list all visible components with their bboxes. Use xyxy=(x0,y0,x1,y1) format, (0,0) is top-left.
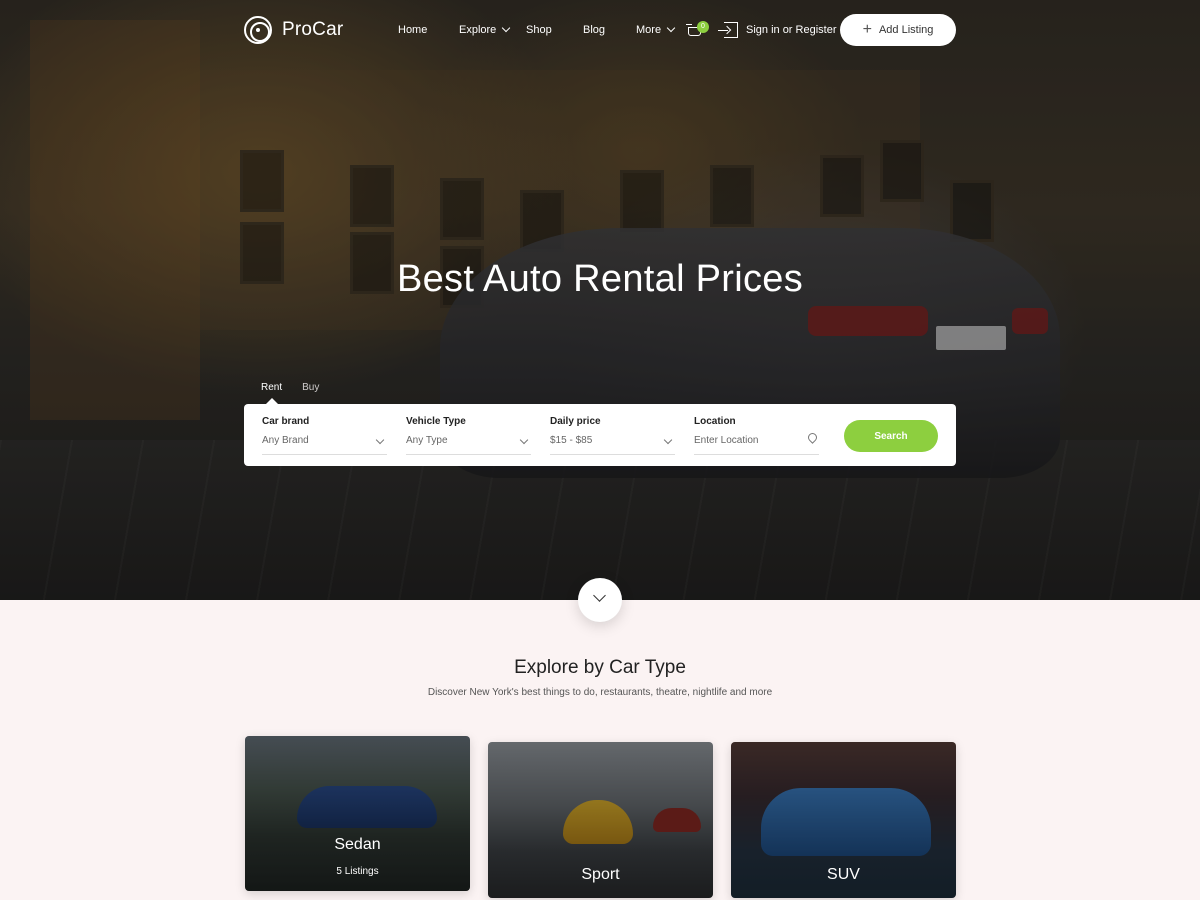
sign-in-icon xyxy=(718,22,738,38)
chevron-down-icon xyxy=(502,23,511,33)
search-button[interactable]: Search xyxy=(844,420,938,452)
location-pin-icon xyxy=(806,431,819,444)
sign-in-label: Sign in or Register xyxy=(746,24,837,36)
brand-name: ProCar xyxy=(282,19,344,40)
chevron-down-icon xyxy=(666,23,676,33)
daily-price-select[interactable]: Daily price $15 - $85 xyxy=(550,416,675,455)
nav-item-shop[interactable]: Shop xyxy=(526,24,552,36)
sign-in-link[interactable]: Sign in or Register xyxy=(718,22,837,38)
car-brand-value[interactable]: Any Brand xyxy=(262,435,387,455)
nav-item-blog[interactable]: Blog xyxy=(583,24,605,36)
search-form: Car brand Any Brand Vehicle Type Any Typ… xyxy=(244,404,956,466)
add-listing-button[interactable]: + Add Listing xyxy=(840,14,956,46)
add-listing-label: Add Listing xyxy=(878,24,934,36)
chevron-down-icon xyxy=(663,435,673,445)
chevron-down-icon xyxy=(593,589,606,602)
hero-title: Best Auto Rental Prices xyxy=(396,258,804,300)
tab-buy[interactable]: Buy xyxy=(302,382,319,393)
nav-item-home[interactable]: Home xyxy=(398,24,427,36)
location-field[interactable]: Location Enter Location xyxy=(694,416,819,455)
car-brand-selected: Any Brand xyxy=(262,435,309,446)
car-brand-label: Car brand xyxy=(262,416,310,427)
car-type-card-suv[interactable]: SUV xyxy=(731,742,956,898)
brand-logo[interactable]: ProCar xyxy=(244,16,343,44)
nav-item-more[interactable]: More xyxy=(636,23,676,36)
location-label: Location xyxy=(694,416,736,427)
car-type-card-sedan[interactable]: Sedan 5 Listings xyxy=(245,736,470,891)
steering-wheel-icon xyxy=(244,16,272,44)
vehicle-type-selected: Any Type xyxy=(406,435,448,446)
card-name-sedan: Sedan xyxy=(334,836,381,853)
car-brand-select[interactable]: Car brand Any Brand xyxy=(262,416,387,455)
vehicle-type-label: Vehicle Type xyxy=(406,416,466,427)
nav-item-explore[interactable]: Explore xyxy=(459,23,511,36)
top-navigation: ProCar Home Explore Shop Blog More 0 Sig… xyxy=(0,0,1200,62)
vehicle-type-value[interactable]: Any Type xyxy=(406,435,531,455)
tab-rent[interactable]: Rent xyxy=(261,382,282,393)
location-input[interactable]: Enter Location xyxy=(694,431,819,455)
daily-price-selected: $15 - $85 xyxy=(550,435,593,446)
section-subtitle: Discover New York's best things to do, r… xyxy=(427,687,773,698)
card-name-suv: SUV xyxy=(827,866,860,883)
search-mode-tabs: Rent Buy xyxy=(261,382,319,393)
card-count-sedan: 5 Listings xyxy=(336,866,379,877)
scroll-down-button[interactable] xyxy=(578,578,622,622)
vehicle-type-select[interactable]: Vehicle Type Any Type xyxy=(406,416,531,455)
chevron-down-icon xyxy=(519,435,529,445)
card-name-sport: Sport xyxy=(581,866,620,883)
car-type-card-sport[interactable]: Sport xyxy=(488,742,713,898)
chevron-down-icon xyxy=(375,435,385,445)
daily-price-label: Daily price xyxy=(550,416,601,427)
daily-price-value[interactable]: $15 - $85 xyxy=(550,435,675,455)
section-title: Explore by Car Type xyxy=(514,657,686,678)
location-placeholder: Enter Location xyxy=(694,435,759,446)
plus-icon: + xyxy=(862,21,872,38)
cart-count-badge: 0 xyxy=(697,21,709,33)
